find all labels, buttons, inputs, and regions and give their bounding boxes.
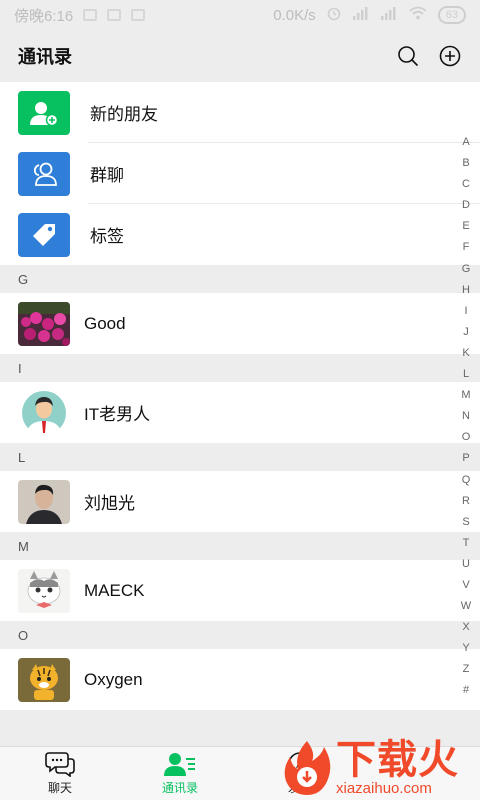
header: 通讯录 [0,30,480,82]
index-letter[interactable]: I [464,301,467,322]
section-header-g: G [0,265,480,293]
cat-avatar [18,568,70,613]
index-letter[interactable]: T [463,533,470,554]
index-letter[interactable]: R [462,491,470,512]
index-letter[interactable]: E [462,216,469,237]
tags-row[interactable]: 标签 [0,204,480,265]
contact-row-liu[interactable]: 刘旭光 [0,471,480,532]
tag-icon [18,212,70,257]
contact-row-maeck[interactable]: MAECK [0,560,480,621]
section-header-i: I [0,354,480,382]
contact-list: 新的朋友 群聊 标签 G Good I IT老男人 L 刘旭光 M MAECK … [0,82,480,710]
index-letter[interactable]: X [462,617,469,638]
index-letter[interactable]: V [462,575,469,596]
group-chat-label: 群聊 [90,166,124,185]
index-letter[interactable]: H [462,280,470,301]
notification-icon [107,9,122,21]
contact-name: Good [84,313,126,333]
add-button[interactable] [438,44,462,68]
watermark-brand: 下载火 [336,738,459,782]
plus-circle-icon [439,45,461,67]
index-letter[interactable]: Y [462,638,469,659]
alarm-icon [326,5,342,25]
battery-level: 63 [437,6,466,24]
watermark-url: xiazaihuo.com [336,780,432,797]
index-letter[interactable]: Q [462,470,471,491]
index-letter[interactable]: C [462,174,470,195]
index-letter[interactable]: J [463,322,469,343]
index-letter[interactable]: K [462,343,469,364]
index-letter[interactable]: N [462,406,470,427]
index-letter[interactable]: D [462,195,470,216]
contact-row-oxygen[interactable]: Oxygen [0,649,480,710]
contacts-icon [164,753,195,776]
search-icon [398,46,419,67]
section-header-l: L [0,443,480,471]
battery-icon: 63 [437,6,466,24]
section-header-m: M [0,532,480,560]
alphabet-index-bar[interactable]: A B C D E F G H I J K L M N O P Q R S T U V W X Y Z # [458,132,474,702]
tags-label: 标签 [90,227,124,246]
network-speed: 0.0K/s [273,6,316,24]
index-letter[interactable]: # [463,680,469,701]
tab-label: 聊天 [47,781,72,795]
contact-name: 刘旭光 [84,494,135,513]
flame-logo-icon [284,741,331,795]
notification-icon [131,9,146,21]
status-bar: 傍晚6:16 0.0K/s 63 [0,0,480,30]
watermark: 下载火 xiazaihuo.com [282,736,480,800]
index-letter[interactable]: S [462,512,469,533]
chat-icon [45,752,75,777]
index-letter[interactable]: L [463,364,469,385]
add-friend-icon [18,90,70,135]
index-letter[interactable]: P [462,448,469,469]
contact-name: IT老男人 [84,405,151,424]
index-letter[interactable]: M [461,385,470,406]
group-chat-icon [18,151,70,196]
wifi-icon [408,6,428,24]
flower-photo-avatar [18,301,70,346]
section-header-o: O [0,621,480,649]
index-letter[interactable]: U [462,554,470,575]
contact-row-good[interactable]: Good [0,293,480,354]
contact-name: Oxygen [84,669,143,689]
index-letter[interactable]: A [462,132,469,153]
index-letter[interactable]: B [462,153,469,174]
index-letter[interactable]: F [463,237,470,258]
new-friends-label: 新的朋友 [90,105,158,124]
search-button[interactable] [396,44,420,68]
contact-name: MAECK [84,580,145,600]
index-letter[interactable]: O [462,427,471,448]
contact-row-it[interactable]: IT老男人 [0,382,480,443]
signal-icon [380,6,398,24]
index-letter[interactable]: G [462,259,471,280]
group-chat-row[interactable]: 群聊 [0,143,480,204]
status-time: 傍晚6:16 [14,7,74,25]
notification-icon [83,9,98,21]
signal-icon [352,6,370,24]
new-friends-row[interactable]: 新的朋友 [0,82,480,143]
tab-chats[interactable]: 聊天 [0,747,120,800]
page-title: 通讯录 [18,47,72,67]
man-photo-avatar [18,479,70,524]
tab-label: 通讯录 [161,781,198,795]
man-cartoon-avatar [18,390,70,435]
tab-contacts[interactable]: 通讯录 [120,747,240,800]
index-letter[interactable]: Z [463,659,470,680]
index-letter[interactable]: W [461,596,471,617]
tiger-avatar [18,657,70,702]
